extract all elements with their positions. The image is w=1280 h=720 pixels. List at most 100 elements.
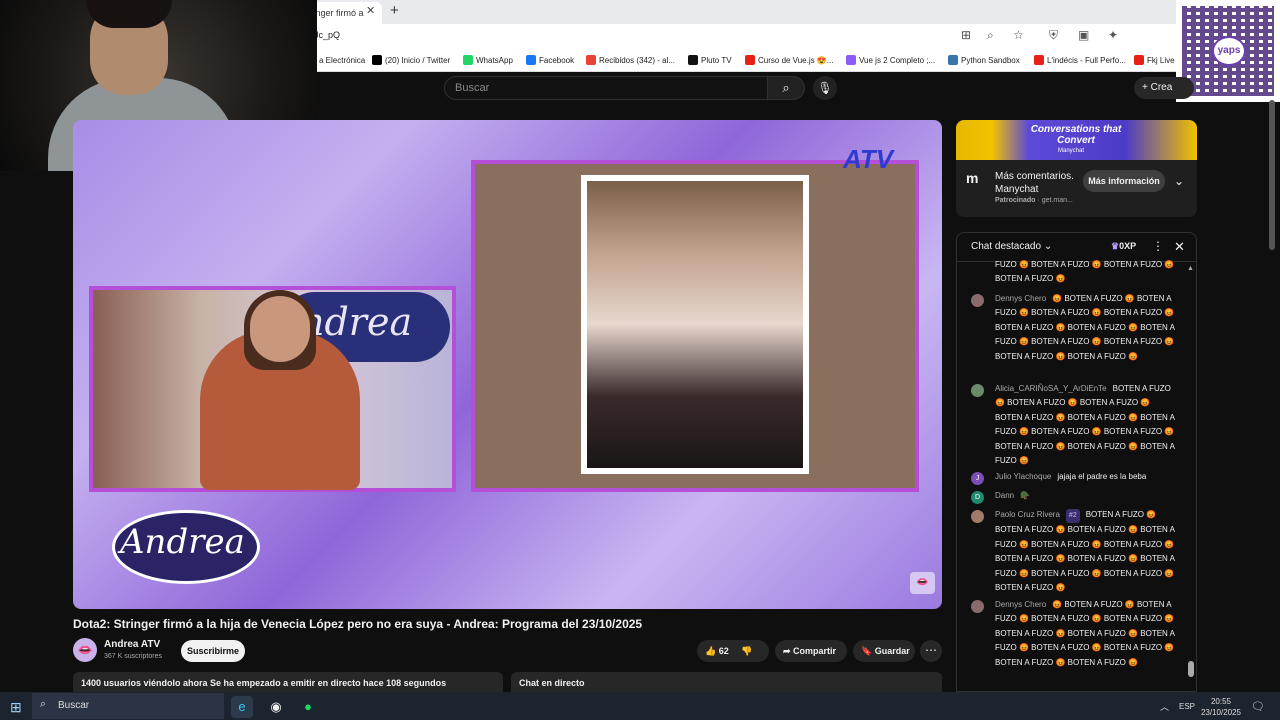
chat-message[interactable]: D Dann 🪖 (962, 489, 1177, 504)
live-info-box[interactable]: 1400 usuarios viéndolo ahora Se ha empez… (73, 672, 503, 692)
bookmark-item[interactable]: Python Sandbox (948, 55, 1020, 65)
dislike-button[interactable]: 👎 (741, 646, 752, 656)
chat-message-list[interactable]: FUZO 😡 BOTEN A FUZO 😡 BOTEN A FUZO 😡 BOT… (962, 258, 1184, 688)
edge-app-icon[interactable]: e (231, 696, 253, 718)
share-button[interactable]: ➦ Compartir (775, 640, 847, 662)
chat-message[interactable]: Paolo Cruz Rivera #2 BOTEN A FUZO 😡 BOTEN … (962, 508, 1177, 595)
windows-start-icon[interactable]: ⊞ (10, 699, 22, 716)
chat-xp-value: 0XP (1119, 241, 1137, 251)
bookmark-favicon-icon (586, 55, 596, 65)
zoom-icon[interactable]: ⌕ (987, 28, 994, 43)
save-button[interactable]: 🔖 Guardar (853, 640, 915, 662)
bookmark-item[interactable]: Facebook (526, 55, 574, 65)
bookmark-favicon-icon (372, 55, 382, 65)
bookmark-item[interactable]: Pluto TV (688, 55, 732, 65)
bookmark-item[interactable]: WhatsApp (463, 55, 513, 65)
tab-close-icon[interactable]: ✕ (366, 4, 375, 17)
like-count: 62 (718, 646, 729, 656)
bookmark-item[interactable]: (20) Inicio / Twitter (372, 55, 450, 65)
bookmark-label: Curso de Vue.js 😍... (758, 56, 834, 65)
chat-author[interactable]: Paolo Cruz Rivera (995, 510, 1060, 519)
couple-photo (581, 175, 809, 474)
chrome-app-icon[interactable]: ◉ (265, 696, 287, 718)
extension-puzzle-icon[interactable]: ✦ (1108, 28, 1118, 42)
clock-date: 23/10/2025 (1200, 708, 1242, 717)
chat-message-content: Julio Ylachoque jajaja el padre es la beb… (995, 470, 1177, 484)
bookmark-favicon-icon (1034, 55, 1044, 65)
search-icon: ⌕ (40, 698, 47, 710)
chat-avatar[interactable] (971, 510, 984, 523)
bookmark-label: Fkj Live (1147, 56, 1175, 65)
search-button[interactable]: ⌕ (767, 76, 805, 100)
bookmark-item[interactable]: Fkj Live (1134, 55, 1175, 65)
thumbs-down-icon: 👎 (741, 646, 753, 656)
like-button[interactable]: 👍 62 (705, 646, 729, 656)
bookmark-label: Pluto TV (701, 56, 732, 65)
bookmark-item[interactable]: L'indécis - Full Perfo... (1034, 55, 1126, 65)
chat-menu-icon[interactable]: ⋮ (1152, 239, 1164, 253)
chat-author[interactable]: Alicia_CARIÑoSA_Y_ArDiEnTe (995, 384, 1107, 393)
chat-scrollbar[interactable] (1188, 661, 1194, 677)
more-actions-icon[interactable]: ⋯ (920, 640, 942, 662)
search-input[interactable]: Buscar (444, 76, 768, 100)
chat-xp-badge[interactable]: ♛0XP (1111, 241, 1136, 252)
channel-name[interactable]: Andrea ATV (104, 639, 160, 650)
url-text[interactable]: Jc_pQ (314, 30, 340, 40)
install-app-icon[interactable]: ⊞ (961, 28, 971, 42)
bookmark-label: a Electrónica (319, 56, 366, 65)
notifications-icon[interactable]: 🗨 (1251, 700, 1265, 713)
clock[interactable]: 20:55 23/10/2025 (1198, 696, 1244, 718)
tray-expand-icon[interactable]: ︿ (1160, 700, 1169, 713)
bookmark-favicon-icon (948, 55, 958, 65)
chat-message-content: Alicia_CARIÑoSA_Y_ArDiEnTe BOTEN A FUZO 😡… (995, 382, 1177, 468)
voice-search-button[interactable]: 🎙 (813, 76, 837, 100)
scroll-up-icon[interactable]: ▲ (1187, 265, 1194, 272)
live-chat-tab[interactable]: Chat en directo (511, 672, 942, 692)
page-scrollbar[interactable] (1269, 100, 1275, 250)
channel-watermark-icon[interactable]: 👄 (910, 572, 935, 594)
thumbs-up-icon: 👍 (705, 646, 719, 656)
spotify-app-icon[interactable]: ● (297, 696, 319, 718)
chat-message[interactable]: Alicia_CARIÑoSA_Y_ArDiEnTe BOTEN A FUZO 😡… (962, 382, 1177, 468)
language-indicator[interactable]: ESP (1179, 702, 1195, 711)
chat-mode-label: Chat destacado (971, 241, 1042, 252)
ad-sponsor-line: Patrocinado · get.man... (995, 197, 1073, 204)
chat-message[interactable]: Dennys Chero 😡 BOTEN A FUZO 😡 BOTEN A FUZ… (962, 598, 1177, 670)
chat-message[interactable]: Dennys Chero 😡 BOTEN A FUZO 😡 BOTEN A FUZ… (962, 292, 1177, 364)
channel-avatar[interactable]: 👄 (73, 638, 97, 662)
chat-message[interactable]: FUZO 😡 BOTEN A FUZO 😡 BOTEN A FUZO 😡 BOT… (962, 258, 1177, 287)
chat-message-content: Dennys Chero 😡 BOTEN A FUZO 😡 BOTEN A FUZ… (995, 598, 1177, 670)
chat-message[interactable]: J Julio Ylachoque jajaja el padre es la be… (962, 470, 1177, 485)
chat-author[interactable]: Dann (995, 491, 1014, 500)
chat-avatar[interactable]: J (971, 472, 984, 485)
ad-more-info-button[interactable]: Más información (1083, 170, 1165, 192)
create-button[interactable]: + Crea (1134, 77, 1194, 99)
chat-text: BOTEN A FUZO 😡 BOTEN A FUZO 😡 BOTEN A FU… (995, 510, 1175, 593)
bookmark-item[interactable]: Vue js 2 Completo ;... (846, 55, 935, 65)
bookmark-star-icon[interactable]: ☆ (1013, 28, 1024, 42)
save-label: Guardar (874, 646, 910, 656)
extension-shield-icon[interactable]: ⛨ (1049, 28, 1058, 43)
bookmark-icon: 🔖 (861, 646, 875, 656)
bookmark-favicon-icon (688, 55, 698, 65)
ad-title[interactable]: Más comentarios. Manychat (995, 170, 1081, 196)
chat-avatar[interactable] (971, 600, 984, 613)
chat-avatar[interactable] (971, 294, 984, 307)
new-tab-icon[interactable]: + (390, 2, 399, 19)
chat-author[interactable]: Dennys Chero (995, 294, 1046, 303)
chevron-down-icon[interactable]: ⌄ (1174, 174, 1184, 188)
close-icon[interactable]: ✕ (1174, 239, 1185, 255)
bookmark-label: Vue js 2 Completo ;... (859, 56, 936, 65)
taskbar-search[interactable]: Buscar (32, 693, 224, 719)
chat-avatar[interactable]: D (971, 491, 984, 504)
subscribe-button[interactable]: Suscribirme (181, 640, 245, 662)
chat-author[interactable]: Julio Ylachoque (995, 472, 1051, 481)
bookmark-item[interactable]: Recibidos (342) - al... (586, 55, 675, 65)
extension-icon[interactable]: ▣ (1078, 28, 1089, 42)
chat-message-content: FUZO 😡 BOTEN A FUZO 😡 BOTEN A FUZO 😡 BOT… (995, 258, 1177, 287)
chat-mode-dropdown[interactable]: Chat destacado ⌄ (971, 241, 1052, 252)
bookmark-item[interactable]: Curso de Vue.js 😍... (745, 55, 833, 65)
chat-author[interactable]: Dennys Chero (995, 600, 1046, 609)
chat-avatar[interactable] (971, 384, 984, 397)
chat-text: FUZO 😡 BOTEN A FUZO 😡 BOTEN A FUZO 😡 BOT… (995, 260, 1175, 284)
